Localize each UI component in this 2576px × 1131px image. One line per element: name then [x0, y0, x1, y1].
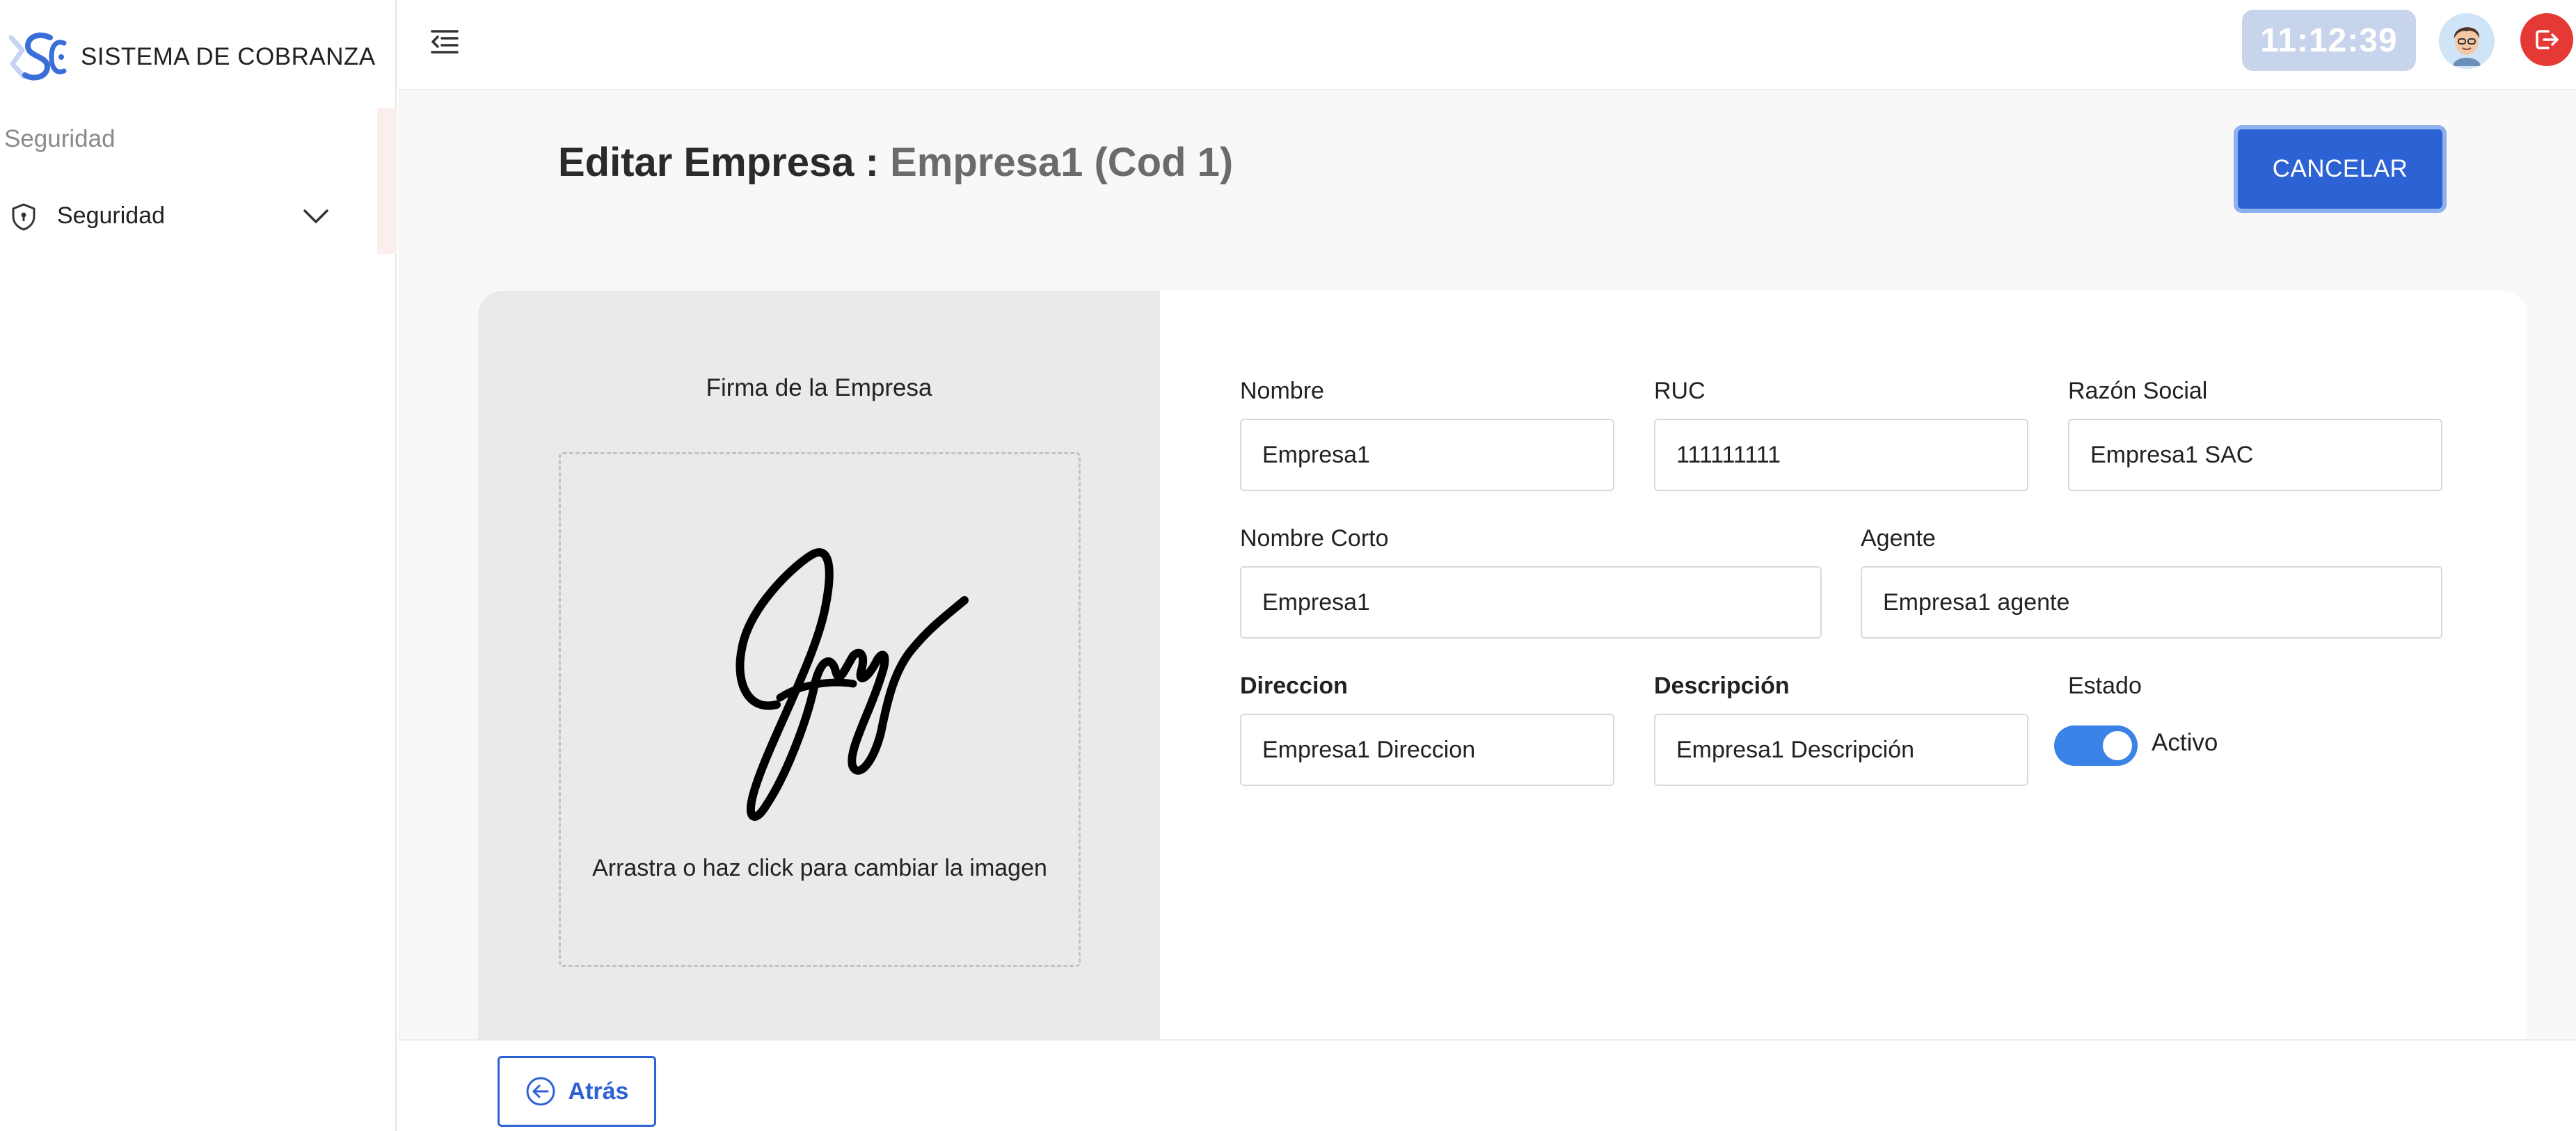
sc-logo-icon — [8, 32, 67, 81]
ruc-label: RUC — [1654, 378, 1706, 404]
nombre-corto-label: Nombre Corto — [1240, 525, 1389, 552]
nombre-label: Nombre — [1240, 378, 1324, 404]
back-button[interactable]: Atrás — [498, 1056, 656, 1127]
sidebar-item-seguridad[interactable]: Seguridad — [0, 188, 348, 243]
nombre-field[interactable] — [1240, 419, 1614, 491]
brand[interactable]: SISTEMA DE COBRANZA — [7, 29, 376, 85]
razon-social-field[interactable] — [2068, 419, 2442, 491]
user-avatar[interactable] — [2439, 13, 2495, 69]
sidebar-item-label: Seguridad — [57, 202, 166, 229]
ruc-field[interactable] — [1654, 419, 2028, 491]
agente-label: Agente — [1861, 525, 1936, 552]
shield-icon — [12, 203, 35, 231]
menu-collapse-icon[interactable] — [429, 28, 460, 56]
sidebar-section-title: Seguridad — [4, 125, 116, 152]
descripcion-label: Descripción — [1654, 673, 1790, 699]
company-form-card: Firma de la Empresa Arrastra o haz click… — [478, 291, 2527, 1039]
form-fields: Nombre RUC Razón Social Nombre Corto Age… — [1160, 291, 2527, 1039]
descripcion-field[interactable] — [1654, 714, 2028, 786]
avatar-face-icon — [2439, 13, 2495, 69]
nombre-corto-field[interactable] — [1240, 566, 1822, 639]
agente-field[interactable] — [1861, 566, 2442, 639]
signature-image — [736, 548, 969, 821]
page-title-prefix: Editar Empresa : — [558, 140, 891, 185]
cancel-button[interactable]: CANCELAR — [2234, 125, 2447, 213]
razon-social-label: Razón Social — [2068, 378, 2208, 404]
logout-button[interactable] — [2520, 13, 2573, 66]
chevron-down-icon[interactable] — [302, 207, 330, 225]
direccion-label: Direccion — [1240, 673, 1348, 699]
signature-dropzone[interactable]: Arrastra o haz click para cambiar la ima… — [559, 452, 1081, 967]
signature-title: Firma de la Empresa — [706, 374, 932, 401]
arrow-left-circle-icon — [526, 1077, 555, 1106]
estado-label: Estado — [2068, 673, 2142, 699]
estado-toggle[interactable] — [2054, 725, 2138, 766]
main-content: Editar Empresa : Empresa1 (Cod 1) CANCEL… — [398, 90, 2576, 1039]
page-title: Editar Empresa : Empresa1 (Cod 1) — [558, 139, 1233, 186]
page-subtitle: Empresa1 (Cod 1) — [890, 140, 1234, 185]
sidebar-accent — [377, 108, 397, 254]
direccion-field[interactable] — [1240, 714, 1614, 786]
back-button-label: Atrás — [568, 1077, 629, 1105]
footer: Atrás — [398, 1039, 2576, 1131]
signature-panel: Firma de la Empresa Arrastra o haz click… — [478, 291, 1160, 1039]
topbar: 11:12:39 — [398, 0, 2576, 90]
clock: 11:12:39 — [2242, 10, 2416, 71]
estado-value: Activo — [2152, 729, 2218, 756]
dropzone-hint: Arrastra o haz click para cambiar la ima… — [592, 855, 1047, 881]
toggle-knob — [2103, 731, 2132, 760]
sidebar: SISTEMA DE COBRANZA Seguridad Seguridad — [0, 0, 397, 1131]
brand-name: SISTEMA DE COBRANZA — [81, 43, 376, 70]
logout-icon — [2536, 30, 2559, 49]
